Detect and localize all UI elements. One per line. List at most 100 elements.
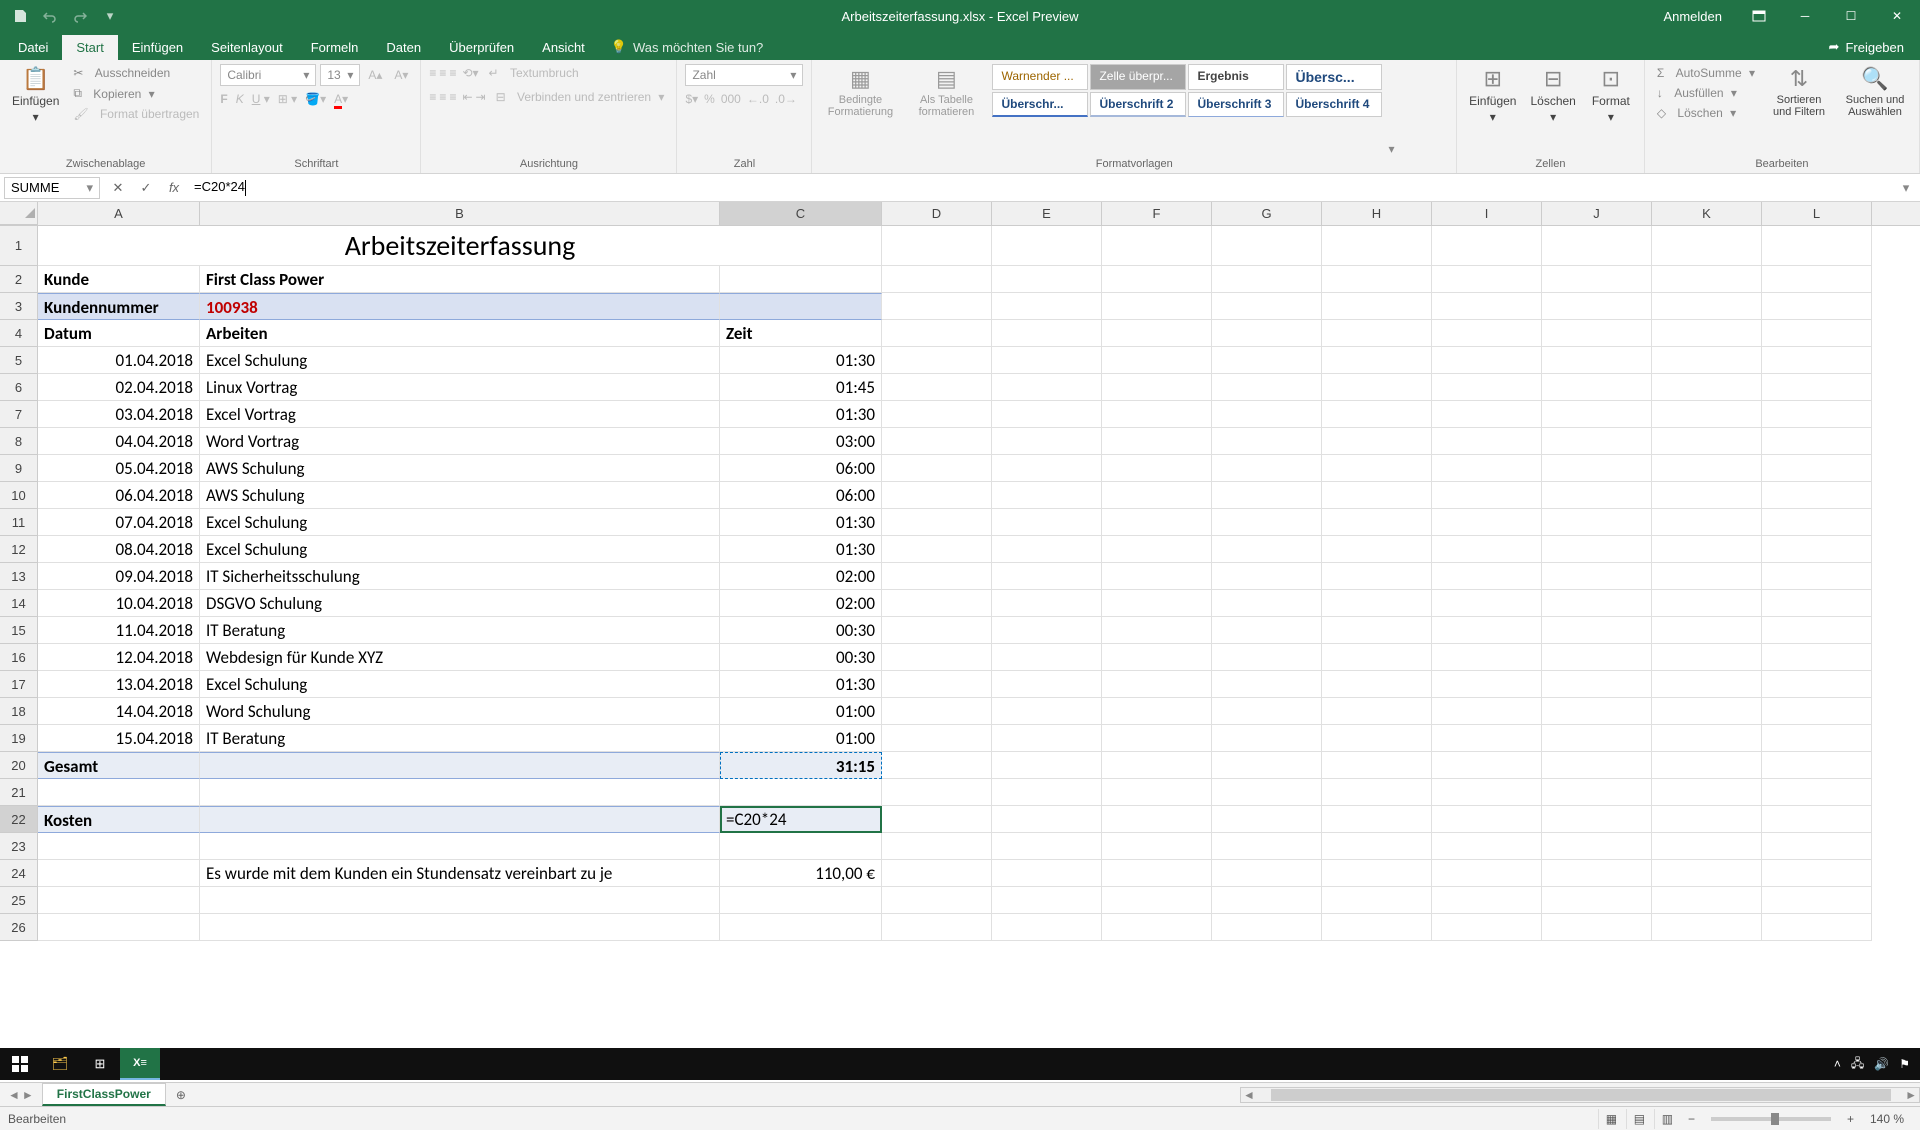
row-header[interactable]: 2 xyxy=(0,266,38,293)
qat-customize[interactable]: ▾ xyxy=(98,4,122,28)
save-button[interactable] xyxy=(8,4,32,28)
cell[interactable] xyxy=(1102,320,1212,347)
cell[interactable] xyxy=(200,806,720,833)
cell[interactable] xyxy=(1102,644,1212,671)
border-button[interactable]: ⊞ ▾ xyxy=(278,92,297,106)
col-header-b[interactable]: B xyxy=(200,202,720,225)
cell[interactable] xyxy=(1542,482,1652,509)
tellme-search[interactable]: 💡 Was möchten Sie tun? xyxy=(599,34,776,60)
cell-arbeiten[interactable]: AWS Schulung xyxy=(200,455,720,482)
accept-formula-button[interactable]: ✓ xyxy=(132,180,160,196)
knr-label[interactable]: Kundennummer xyxy=(38,293,200,320)
cell[interactable] xyxy=(1432,374,1542,401)
kosten-cell-selected[interactable]: =C20*24 xyxy=(720,806,882,833)
cell-datum[interactable]: 06.04.2018 xyxy=(38,482,200,509)
header-zeit[interactable]: Zeit xyxy=(720,320,882,347)
cell[interactable] xyxy=(1762,320,1872,347)
maximize-button[interactable]: ☐ xyxy=(1828,0,1874,32)
cell[interactable] xyxy=(1652,617,1762,644)
cell[interactable] xyxy=(1542,293,1652,320)
cell[interactable] xyxy=(882,226,992,266)
cell-zeit[interactable]: 01:30 xyxy=(720,671,882,698)
cell-datum[interactable]: 09.04.2018 xyxy=(38,563,200,590)
cell[interactable] xyxy=(1542,266,1652,293)
cell[interactable] xyxy=(1212,374,1322,401)
col-header-h[interactable]: H xyxy=(1322,202,1432,225)
row-header[interactable]: 7 xyxy=(0,401,38,428)
cell-arbeiten[interactable]: IT Beratung xyxy=(200,617,720,644)
font-color-button[interactable]: A▾ xyxy=(334,92,348,106)
cell-arbeiten[interactable]: IT Beratung xyxy=(200,725,720,752)
cell-datum[interactable]: 15.04.2018 xyxy=(38,725,200,752)
ribbon-options-button[interactable] xyxy=(1736,0,1782,32)
signin-button[interactable]: Anmelden xyxy=(1649,9,1736,24)
decrease-font-button[interactable]: A▾ xyxy=(390,64,412,86)
cell[interactable] xyxy=(1212,914,1322,941)
row-header[interactable]: 11 xyxy=(0,509,38,536)
cell[interactable] xyxy=(882,482,992,509)
decrease-decimal-button[interactable]: .0→ xyxy=(775,92,797,106)
style-h1[interactable]: Überschr... xyxy=(992,92,1088,117)
cell[interactable] xyxy=(1322,806,1432,833)
cell[interactable] xyxy=(882,293,992,320)
expand-formula-button[interactable]: ▾ xyxy=(1892,180,1920,196)
cell-arbeiten[interactable]: Word Vortrag xyxy=(200,428,720,455)
tab-layout[interactable]: Seitenlayout xyxy=(197,35,297,60)
tab-review[interactable]: Überprüfen xyxy=(435,35,528,60)
cell[interactable] xyxy=(1212,698,1322,725)
cell[interactable] xyxy=(1542,401,1652,428)
cell[interactable] xyxy=(1762,347,1872,374)
cell[interactable] xyxy=(1322,914,1432,941)
kunde-value[interactable]: First Class Power xyxy=(200,266,720,293)
cell[interactable] xyxy=(1322,833,1432,860)
cell[interactable] xyxy=(1762,860,1872,887)
styles-more-button[interactable]: ▾ xyxy=(1388,142,1394,156)
cell-zeit[interactable]: 06:00 xyxy=(720,482,882,509)
cell[interactable] xyxy=(1432,833,1542,860)
cell-zeit[interactable]: 01:00 xyxy=(720,725,882,752)
tab-view[interactable]: Ansicht xyxy=(528,35,599,60)
cell[interactable] xyxy=(1212,428,1322,455)
cell[interactable] xyxy=(1652,374,1762,401)
row-header[interactable]: 1 xyxy=(0,226,38,266)
cell[interactable] xyxy=(882,914,992,941)
cell-arbeiten[interactable]: Excel Schulung xyxy=(200,509,720,536)
cell[interactable] xyxy=(1652,914,1762,941)
row-header[interactable]: 15 xyxy=(0,617,38,644)
cell[interactable] xyxy=(1432,698,1542,725)
cell[interactable] xyxy=(200,779,720,806)
scroll-right-button[interactable]: ► xyxy=(1903,1088,1919,1102)
cell[interactable] xyxy=(1212,320,1322,347)
cell-arbeiten[interactable]: Excel Schulung xyxy=(200,671,720,698)
note-text[interactable]: Es wurde mit dem Kunden ein Stundensatz … xyxy=(200,860,720,887)
cell[interactable] xyxy=(1542,455,1652,482)
cell[interactable] xyxy=(992,428,1102,455)
close-button[interactable]: ✕ xyxy=(1874,0,1920,32)
cell[interactable] xyxy=(992,725,1102,752)
cell[interactable] xyxy=(1542,509,1652,536)
cell[interactable] xyxy=(1762,644,1872,671)
italic-button[interactable]: K xyxy=(236,92,244,106)
cell[interactable] xyxy=(1212,536,1322,563)
style-h3[interactable]: Überschrift 3 xyxy=(1188,92,1284,117)
cell-zeit[interactable]: 00:30 xyxy=(720,617,882,644)
cell[interactable] xyxy=(1542,806,1652,833)
fill-color-button[interactable]: 🪣▾ xyxy=(305,92,326,106)
cell[interactable] xyxy=(1102,374,1212,401)
cell[interactable] xyxy=(1322,226,1432,266)
cell[interactable] xyxy=(1542,617,1652,644)
cell[interactable] xyxy=(1432,617,1542,644)
cell[interactable] xyxy=(1762,779,1872,806)
col-header-a[interactable]: A xyxy=(38,202,200,225)
cell[interactable] xyxy=(1212,563,1322,590)
cell[interactable] xyxy=(1102,293,1212,320)
cell[interactable] xyxy=(1102,536,1212,563)
cell[interactable] xyxy=(992,374,1102,401)
header-arbeiten[interactable]: Arbeiten xyxy=(200,320,720,347)
kosten-label[interactable]: Kosten xyxy=(38,806,200,833)
cell[interactable] xyxy=(1102,725,1212,752)
cell[interactable] xyxy=(992,401,1102,428)
align-right-button[interactable]: ≡ xyxy=(449,90,456,104)
align-bottom-button[interactable]: ≡ xyxy=(449,66,456,80)
cell[interactable] xyxy=(1322,293,1432,320)
